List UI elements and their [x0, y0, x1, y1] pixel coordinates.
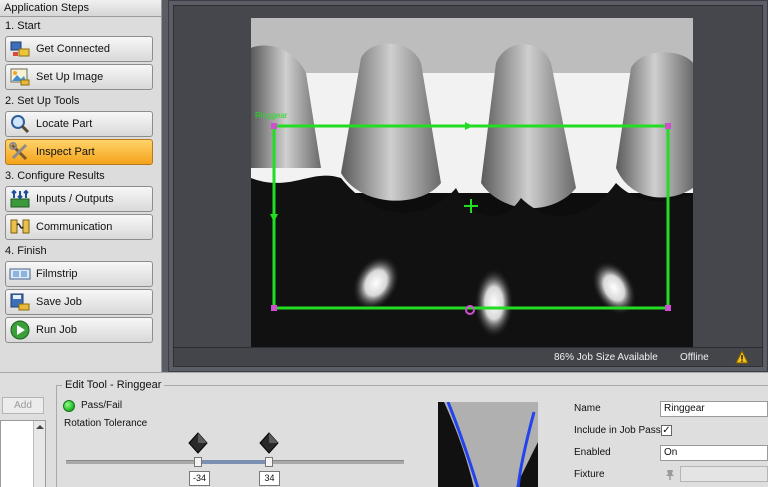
image-viewer: Ringgear 86% Job Size Available Offline [168, 0, 768, 372]
name-field[interactable]: Ringgear [660, 401, 768, 417]
communication-button[interactable]: Communication [5, 214, 153, 240]
rotation-slider-range [196, 460, 270, 464]
tool-thumbnail-image [438, 402, 538, 487]
tool-list-scrollbar[interactable] [33, 421, 45, 487]
reflection-spot [474, 267, 514, 339]
inputs-outputs-label: Inputs / Outputs [36, 193, 114, 205]
inspect-part-button[interactable]: Inspect Part [5, 139, 153, 165]
add-button[interactable]: Add [2, 397, 44, 414]
rotation-tolerance-label: Rotation Tolerance [64, 418, 148, 429]
rotation-min-thumb[interactable] [194, 457, 202, 467]
include-in-job-pass-label: Include in Job Pass [574, 425, 661, 436]
max-marker-icon [259, 432, 279, 454]
section-finish-label: 4. Finish [5, 245, 47, 257]
gear-image-svg: Ringgear [251, 18, 693, 350]
get-connected-label: Get Connected [36, 43, 110, 55]
scroll-up-icon[interactable] [35, 425, 44, 429]
roi-handle[interactable] [665, 123, 671, 129]
rotation-min-value[interactable]: -34 [189, 471, 210, 486]
include-in-job-pass-checkbox[interactable]: ✓ [661, 425, 672, 436]
get-connected-button[interactable]: Get Connected [5, 36, 153, 62]
fixture-select[interactable] [680, 466, 768, 482]
run-job-button[interactable]: Run Job [5, 317, 153, 343]
play-icon [10, 320, 30, 340]
name-label: Name [574, 403, 601, 414]
locate-part-button[interactable]: Locate Part [5, 111, 153, 137]
edit-tool-title: Edit Tool - Ringgear [62, 379, 165, 391]
rotation-max-thumb[interactable] [265, 457, 273, 467]
filmstrip-label: Filmstrip [36, 268, 78, 280]
communication-label: Communication [36, 221, 113, 233]
edit-tool-panel: Add Edit Tool - Ringgear Pass/Fail Rotat… [0, 372, 768, 487]
viewer-frame: Ringgear 86% Job Size Available Offline [173, 5, 763, 367]
filmstrip-icon [9, 268, 31, 280]
enabled-label: Enabled [574, 447, 611, 458]
job-size-status: 86% Job Size Available [554, 352, 658, 363]
communication-icon [10, 219, 30, 234]
tool-list[interactable] [0, 420, 46, 487]
section-start-label: 1. Start [5, 20, 41, 32]
section-setup-tools-label: 2. Set Up Tools [5, 95, 80, 107]
roi-handle[interactable] [271, 305, 277, 311]
warning-icon[interactable] [735, 350, 749, 364]
filmstrip-button[interactable]: Filmstrip [5, 261, 153, 287]
enabled-select[interactable]: On [660, 445, 768, 461]
image-setup-icon [10, 68, 30, 86]
set-up-image-label: Set Up Image [36, 71, 104, 83]
application-steps-panel: Application Steps 1. Start Get Connected… [0, 0, 162, 372]
viewer-status-bar: 86% Job Size Available Offline [174, 347, 762, 366]
magnifier-icon [11, 115, 30, 134]
set-up-image-button[interactable]: Set Up Image [5, 64, 153, 90]
steps-panel-title: Application Steps [0, 0, 161, 17]
roi-handle[interactable] [665, 305, 671, 311]
inspect-part-label: Inspect Part [36, 146, 95, 158]
min-marker-icon [188, 432, 208, 454]
pin-icon [666, 470, 674, 480]
fixture-label: Fixture [574, 469, 605, 480]
roi-label: Ringgear [255, 111, 288, 120]
rotation-max-value[interactable]: 34 [259, 471, 280, 486]
roi-handle[interactable] [271, 123, 277, 129]
pass-fail-indicator-icon [63, 400, 75, 412]
camera-image[interactable]: Ringgear [251, 18, 693, 350]
thumbnail-svg [438, 402, 538, 487]
inputs-outputs-button[interactable]: Inputs / Outputs [5, 186, 153, 212]
io-arrows-icon [10, 189, 30, 208]
save-job-icon [10, 293, 30, 311]
run-job-label: Run Job [36, 324, 77, 336]
save-job-button[interactable]: Save Job [5, 289, 153, 315]
tools-icon [9, 142, 28, 161]
plug-connect-icon [10, 41, 30, 57]
section-configure-results-label: 3. Configure Results [5, 170, 105, 182]
locate-part-label: Locate Part [36, 118, 93, 130]
gear-top-band [251, 18, 693, 78]
connection-status: Offline [680, 352, 709, 363]
pass-fail-label: Pass/Fail [81, 400, 123, 411]
save-job-label: Save Job [36, 296, 82, 308]
